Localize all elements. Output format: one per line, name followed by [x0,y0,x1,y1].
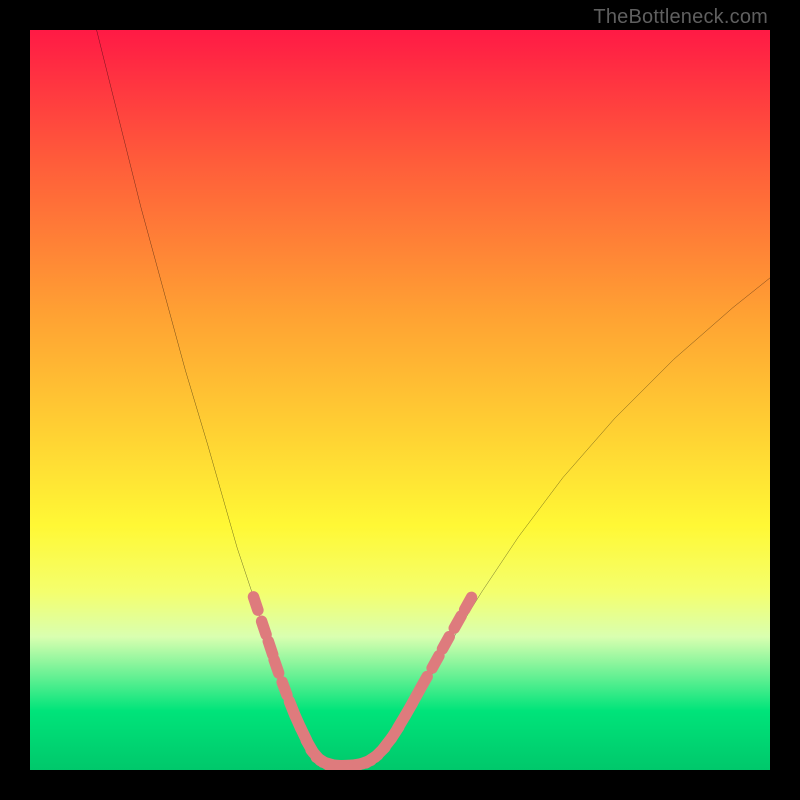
marker-point [420,677,427,689]
marker-point [253,597,257,610]
chart-frame: TheBottleneck.com [0,0,800,800]
marker-point [274,660,279,673]
marker-point [465,597,472,609]
curve-layer [30,30,770,770]
watermark-text: TheBottleneck.com [593,6,768,29]
marker-point [432,656,439,668]
marker-point [262,621,266,634]
marker-point [282,682,287,695]
marker-point [268,641,272,654]
marker-point [442,637,449,649]
plot-area [30,30,770,770]
marker-point [454,616,461,628]
marker-group [253,597,471,766]
